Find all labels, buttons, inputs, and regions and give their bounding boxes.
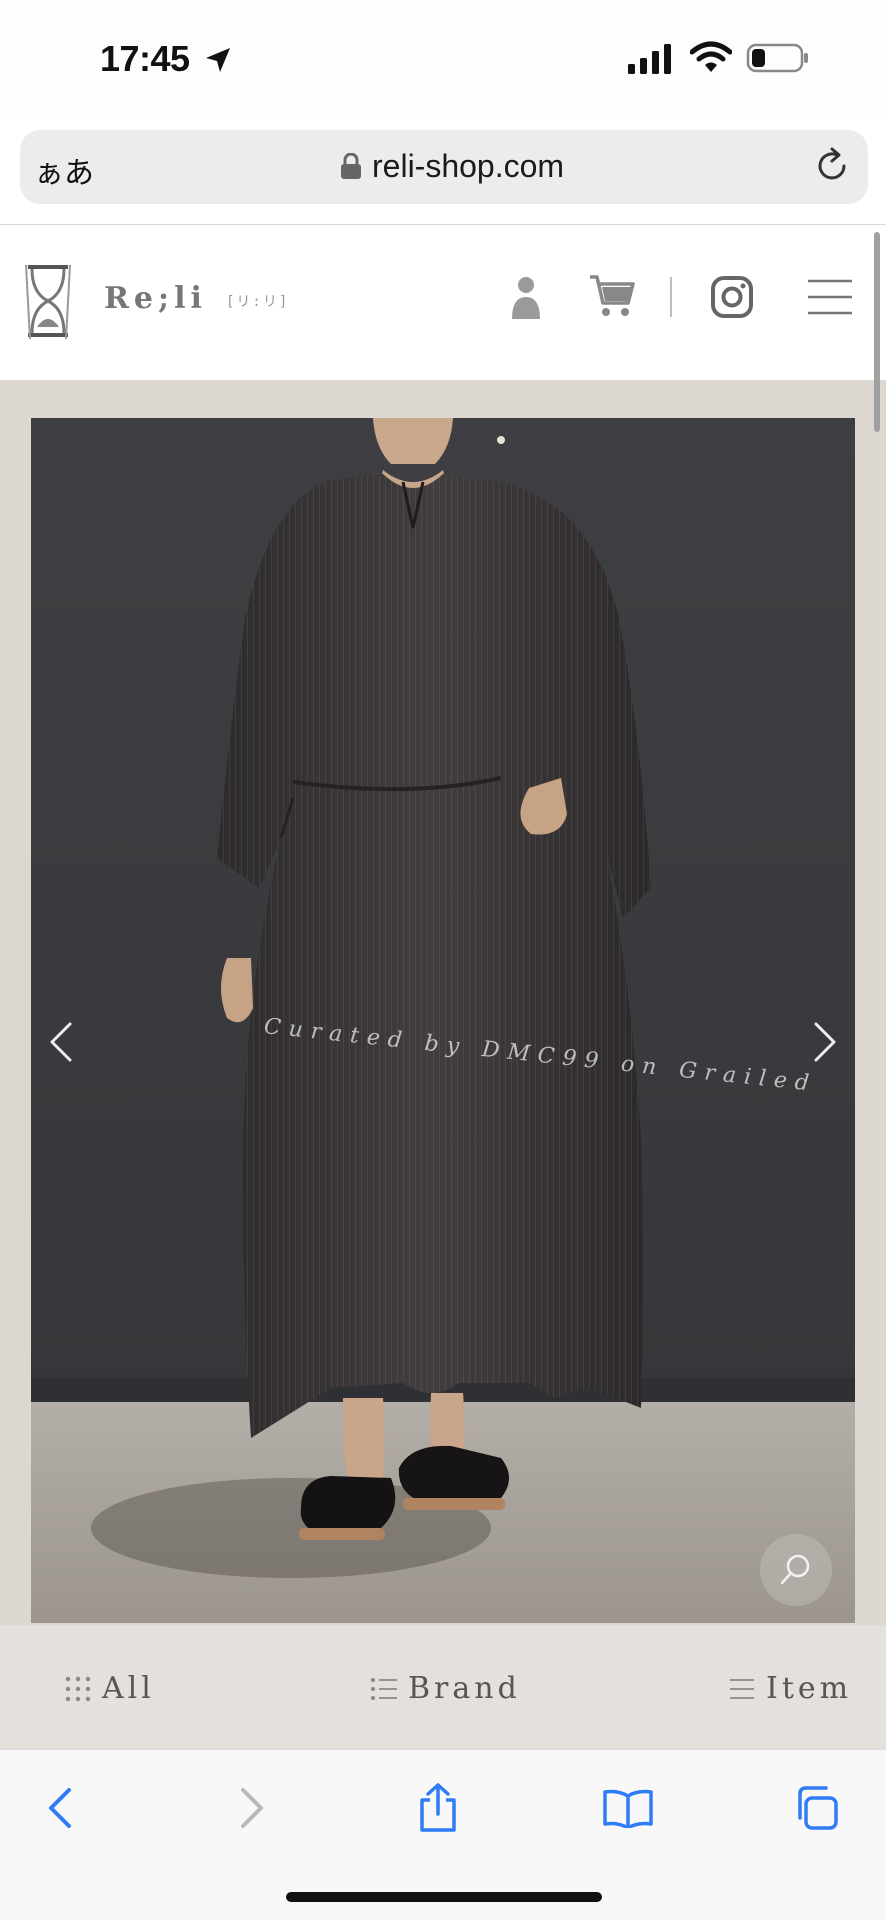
category-all-button[interactable]: All (64, 1671, 155, 1706)
battery-icon (746, 43, 808, 73)
page-scrollbar[interactable] (874, 232, 880, 432)
category-nav: All Brand Item (0, 1625, 886, 1749)
menu-lines-icon (730, 1678, 754, 1699)
lock-icon (341, 153, 361, 179)
status-time: 17:45 (100, 38, 190, 79)
carousel-next-arrow-icon[interactable] (810, 1020, 840, 1064)
grid-icon (65, 1676, 91, 1701)
address-bar[interactable]: ぁあ reli-shop.com (20, 130, 868, 204)
reload-icon[interactable] (812, 146, 852, 186)
share-button[interactable] (408, 1780, 468, 1836)
url-domain: reli-shop.com (372, 147, 565, 184)
wifi-icon (690, 41, 732, 72)
category-item-button[interactable]: Item (728, 1671, 852, 1706)
chevron-left-icon (49, 1788, 71, 1828)
forward-button[interactable] (222, 1780, 282, 1836)
header-separator (670, 277, 672, 317)
chevron-right-icon (241, 1788, 263, 1828)
status-bar: 17:45 (0, 0, 886, 120)
category-all-label: All (102, 1671, 155, 1706)
site-logo-subtext: [リ:リ] (226, 294, 290, 310)
hourglass-logo-icon[interactable] (20, 261, 76, 341)
magnifier-icon (780, 1554, 810, 1585)
hamburger-menu-icon[interactable] (806, 277, 854, 317)
hero-product-image[interactable] (31, 418, 855, 1623)
back-button[interactable] (30, 1780, 90, 1836)
list-icon (371, 1677, 397, 1700)
cart-icon[interactable] (588, 271, 636, 319)
home-indicator (286, 1892, 602, 1902)
zoom-button[interactable] (760, 1534, 832, 1606)
category-brand-button[interactable]: Brand (370, 1671, 521, 1706)
url-field[interactable]: reli-shop.com (340, 146, 620, 186)
bookmarks-button[interactable] (598, 1780, 658, 1836)
book-icon (603, 1789, 653, 1828)
carousel-prev-arrow-icon[interactable] (46, 1020, 76, 1064)
share-icon (420, 1783, 456, 1832)
instagram-icon[interactable] (710, 275, 754, 319)
tabs-button[interactable] (786, 1780, 846, 1836)
site-logo-text[interactable]: Re;li (104, 281, 207, 316)
category-brand-label: Brand (408, 1671, 521, 1706)
cellular-signal-icon (628, 44, 671, 74)
site-header: Re;li [リ:リ] (0, 225, 886, 380)
category-item-label: Item (766, 1671, 853, 1706)
text-size-button[interactable]: ぁあ (34, 148, 94, 192)
tabs-icon (798, 1786, 838, 1830)
account-icon[interactable] (508, 275, 544, 321)
location-arrow-icon (206, 48, 230, 72)
